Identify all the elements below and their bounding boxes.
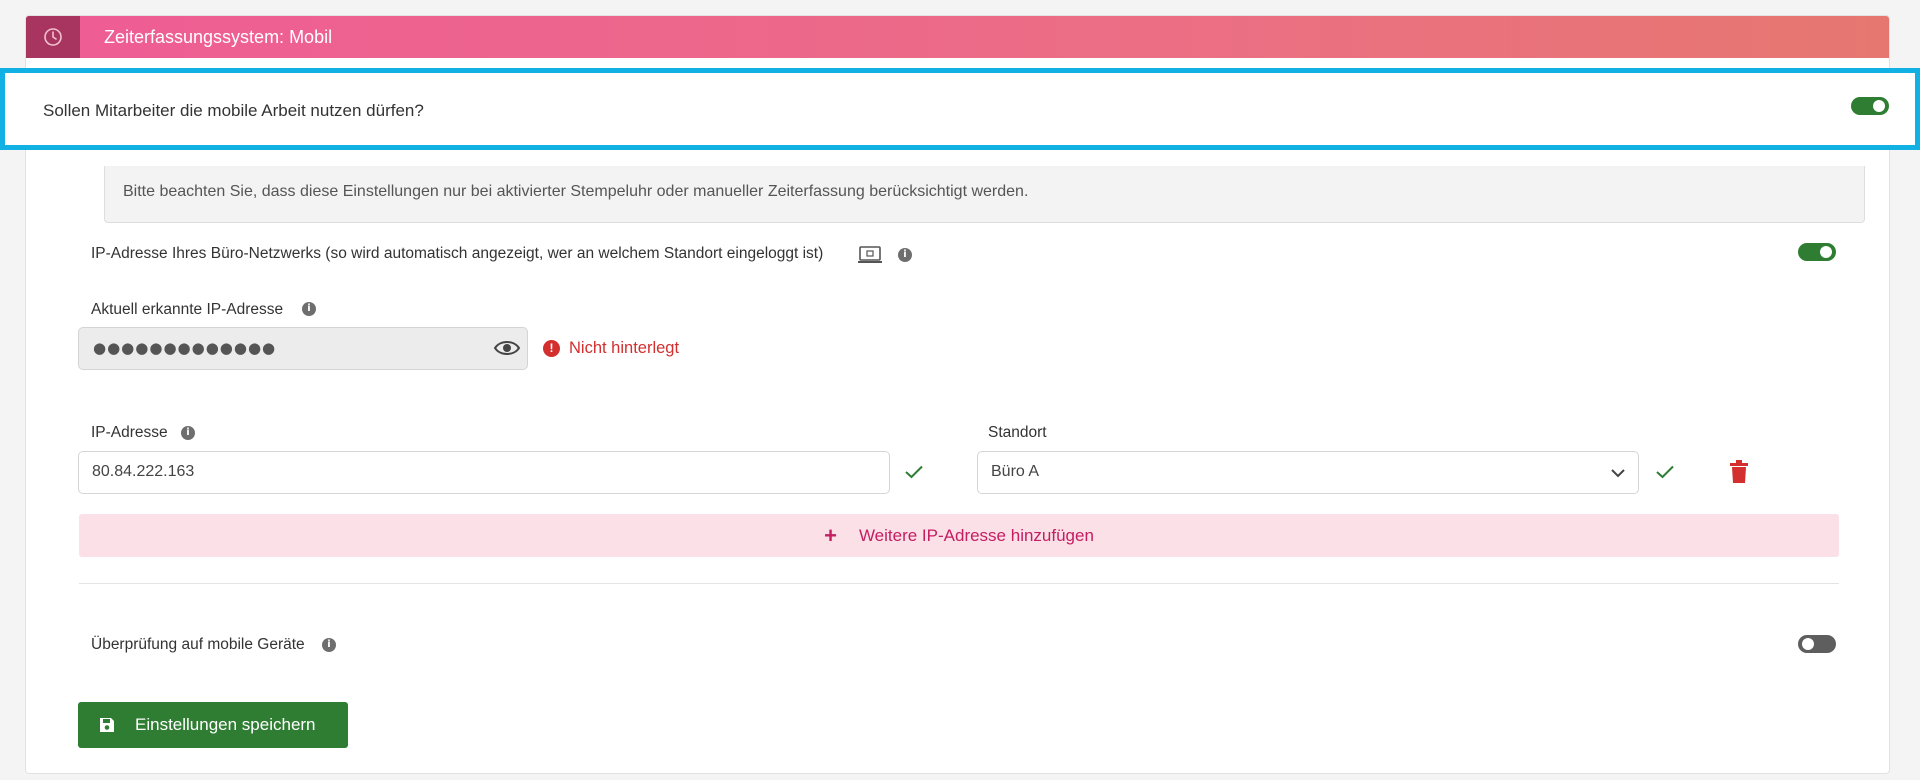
mobile-work-toggle[interactable] [1851,97,1889,115]
save-settings-button[interactable]: Einstellungen speichern [78,702,348,748]
chevron-down-icon [1611,469,1625,478]
ip-address-info-icon[interactable]: i [181,426,195,440]
detected-ip-label: Aktuell erkannte IP-Adresse [91,301,284,318]
add-ip-address-button[interactable]: + Weitere IP-Adresse hinzufügen [79,514,1839,557]
office-network-info-icon[interactable]: i [898,248,912,262]
section-divider [79,583,1839,584]
save-settings-label: Einstellungen speichern [135,715,316,734]
mobile-work-question-row: Sollen Mitarbeiter die mobile Arbeit nut… [0,68,1920,150]
info-note: Bitte beachten Sie, dass diese Einstellu… [104,166,1865,223]
ip-address-label: IP-Adresse [91,424,168,441]
masked-ip-value: ●●●●●●●●●●●●● [93,339,277,357]
mobile-device-check-info-icon[interactable]: i [322,638,336,652]
panel-title: Zeiterfassungssystem: Mobil [104,26,333,47]
ip-address-input[interactable]: 80.84.222.163 [78,451,890,494]
save-disk-icon [100,718,114,732]
plus-icon: + [824,522,837,548]
detected-ip-info-icon[interactable]: i [302,302,316,316]
location-valid-check-icon [1656,465,1674,479]
add-ip-address-label: Weitere IP-Adresse hinzufügen [858,525,1094,545]
clock-icon [44,28,62,46]
location-select[interactable]: Büro A [977,451,1639,494]
eye-icon[interactable] [493,338,521,358]
location-label: Standort [988,424,1047,441]
monitor-icon [858,246,882,263]
mobile-device-check-label: Überprüfung auf mobile Geräte [91,636,305,653]
error-icon: ! [543,340,560,357]
ip-valid-check-icon [905,465,923,479]
mobile-device-check-toggle[interactable] [1798,635,1836,653]
detected-ip-status: Nicht hinterlegt [569,339,680,357]
location-selected-value: Büro A [991,463,1040,480]
office-network-label: IP-Adresse Ihres Büro-Netzwerks (so wird… [91,245,824,262]
trash-icon[interactable] [1729,460,1749,484]
office-network-toggle[interactable] [1798,243,1836,261]
detected-ip-field: ●●●●●●●●●●●●● [78,327,528,370]
info-note-text: Bitte beachten Sie, dass diese Einstellu… [123,183,1029,200]
mobile-work-question: Sollen Mitarbeiter die mobile Arbeit nut… [43,101,424,120]
panel-header: Zeiterfassungssystem: Mobil [26,16,1889,58]
ip-address-value: 80.84.222.163 [92,463,195,480]
header-icon-box [26,16,80,58]
